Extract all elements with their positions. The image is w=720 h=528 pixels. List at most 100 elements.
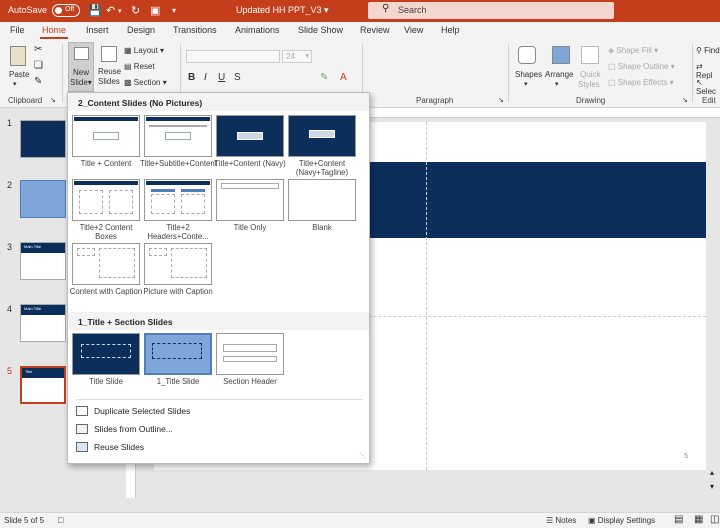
slide-thumbnail-4[interactable]: Main Title (20, 304, 66, 342)
display-icon: ▣ (588, 516, 596, 525)
resize-grip-icon[interactable]: ⋱ (359, 452, 366, 460)
reset-icon: ▤ (124, 62, 132, 71)
replace-icon: ⇄ (696, 62, 703, 71)
tab-view[interactable]: View (404, 25, 423, 35)
undo-dropdown-icon[interactable]: ▾ (118, 7, 122, 15)
font-size-box[interactable]: 24 ▾ (282, 50, 312, 63)
slide-thumbnail-1[interactable] (20, 120, 66, 158)
undo-icon[interactable]: ↶ (106, 4, 115, 17)
copy-icon[interactable]: ❏ (34, 60, 43, 71)
thumb-caption-title (149, 248, 167, 256)
customize-qat-icon[interactable]: ▾ (172, 6, 176, 15)
strikethrough-icon[interactable]: S (234, 72, 241, 83)
thumb-title-box (152, 343, 202, 359)
select-button[interactable]: ↖ Selec (696, 78, 720, 96)
reading-view-icon[interactable]: ◫ (710, 514, 719, 525)
tab-transitions[interactable]: Transitions (173, 25, 217, 35)
document-title[interactable]: Updated HH PPT_V3 ▾ (236, 5, 329, 16)
reset-button[interactable]: ▤ Reset (124, 62, 155, 71)
paste-icon[interactable] (10, 46, 26, 66)
title-bar: AutoSave Off 💾 ↶ ▾ ↻ ▣ ▾ Updated HH PPT_… (0, 0, 720, 22)
display-settings-button[interactable]: ▣ Display Settings (588, 516, 655, 525)
quick-styles-icon[interactable] (581, 46, 599, 64)
tab-help[interactable]: Help (441, 25, 460, 35)
highlight-icon[interactable]: ✎ (320, 72, 328, 83)
underline-icon[interactable]: U (218, 72, 225, 83)
layout-thumbnail (216, 179, 284, 221)
slide-sorter-icon[interactable]: ▦ (694, 514, 703, 525)
layout-caption: Content with Caption (69, 287, 143, 296)
bold-icon[interactable]: B (188, 72, 195, 83)
drawing-launcher-icon[interactable]: ↘ (682, 96, 688, 104)
vertical-scrollbar[interactable]: ▴ ▾ (708, 118, 720, 498)
shapes-label[interactable]: Shapes (515, 70, 542, 79)
slide-thumbnail-3[interactable]: Main Title (20, 242, 66, 280)
font-color-icon[interactable]: A (340, 72, 347, 83)
slide-thumbnail-5[interactable]: Title (20, 366, 66, 404)
arrange-label[interactable]: Arrange (545, 70, 573, 79)
duplicate-selected-slides-item[interactable]: Duplicate Selected Slides (76, 405, 356, 421)
toggle-knob (55, 7, 62, 14)
tab-design[interactable]: Design (127, 25, 155, 35)
cut-icon[interactable]: ✂ (34, 44, 42, 55)
paste-label[interactable]: Paste (9, 70, 29, 79)
font-size-dropdown-icon: ▾ (305, 53, 309, 60)
thumb-number: 5 (7, 366, 13, 376)
reuse-label-1[interactable]: Reuse (98, 67, 121, 76)
shapes-dropdown-icon[interactable]: ▾ (524, 80, 528, 88)
reuse-label-2[interactable]: Slides (98, 77, 120, 86)
tab-animations[interactable]: Animations (235, 25, 280, 35)
layout-button[interactable]: ▦ Layout ▾ (124, 46, 164, 55)
redo-icon[interactable]: ↻ (131, 4, 140, 17)
tab-slide-show[interactable]: Slide Show (298, 25, 343, 35)
thumb-header-left (151, 189, 175, 192)
thumb-number: 2 (7, 180, 13, 190)
quick-styles-label-2[interactable]: Styles (578, 80, 600, 89)
scroll-up-icon[interactable]: ▴ (710, 468, 714, 477)
layout-caption: Picture with Caption (143, 287, 213, 296)
section-button[interactable]: ▩ Section ▾ (124, 78, 167, 87)
divider (508, 44, 509, 102)
slides-from-outline-item[interactable]: Slides from Outline... (76, 423, 356, 439)
save-icon[interactable]: 💾 (88, 4, 102, 17)
clipboard-launcher-icon[interactable]: ↘ (50, 96, 56, 104)
shapes-icon[interactable] (518, 46, 536, 64)
arrange-dropdown-icon[interactable]: ▾ (555, 80, 559, 88)
format-painter-icon[interactable]: ✎ (34, 76, 42, 87)
reuse-slides-item[interactable]: Reuse Slides (76, 441, 356, 457)
search-box[interactable]: ⚲ Search (368, 2, 614, 19)
quick-styles-label-1[interactable]: Quick (580, 70, 600, 79)
notes-icon: ☰ (546, 516, 554, 525)
section-title-content-slides: 2_Content Slides (No Pictures) (78, 98, 203, 108)
accessibility-icon[interactable]: □ (58, 515, 63, 525)
tab-home[interactable]: Home (39, 25, 69, 39)
notes-button[interactable]: ☰ Notes (546, 516, 576, 525)
slideshow-icon[interactable]: ▣ (150, 4, 160, 17)
scroll-down-icon[interactable]: ▾ (710, 482, 714, 491)
layout-thumbnail (216, 333, 284, 375)
thumb-bar (74, 181, 138, 185)
new-slide-label-2: Slide▾ (70, 78, 92, 87)
arrange-icon[interactable] (552, 46, 570, 64)
autosave-toggle[interactable]: Off (52, 4, 80, 17)
italic-icon[interactable]: I (204, 72, 207, 83)
shape-fill-button[interactable]: ◈ Shape Fill ▾ (608, 46, 658, 55)
thumb-line (149, 125, 207, 127)
slide-thumbnail-2[interactable] (20, 180, 66, 218)
find-button[interactable]: ⚲ Find (696, 46, 720, 55)
paragraph-launcher-icon[interactable]: ↘ (498, 96, 504, 104)
autosave-state: Off (65, 6, 75, 13)
find-icon: ⚲ (696, 46, 702, 55)
font-name-box[interactable] (186, 50, 280, 63)
reuse-slides-icon[interactable] (101, 46, 117, 62)
tab-insert[interactable]: Insert (86, 25, 109, 35)
shape-outline-button[interactable]: ▢ Shape Outline ▾ (608, 62, 675, 71)
new-slide-button[interactable]: New Slide▾ (68, 42, 94, 92)
tab-review[interactable]: Review (360, 25, 390, 35)
menu-item-label: Slides from Outline... (94, 424, 173, 434)
shape-effects-button[interactable]: ▢ Shape Effects ▾ (608, 78, 674, 87)
normal-view-icon[interactable]: ▤ (674, 514, 683, 525)
tab-file[interactable]: File (10, 25, 25, 35)
thumb-number: 4 (7, 304, 13, 314)
paste-dropdown-icon[interactable]: ▾ (13, 80, 17, 88)
